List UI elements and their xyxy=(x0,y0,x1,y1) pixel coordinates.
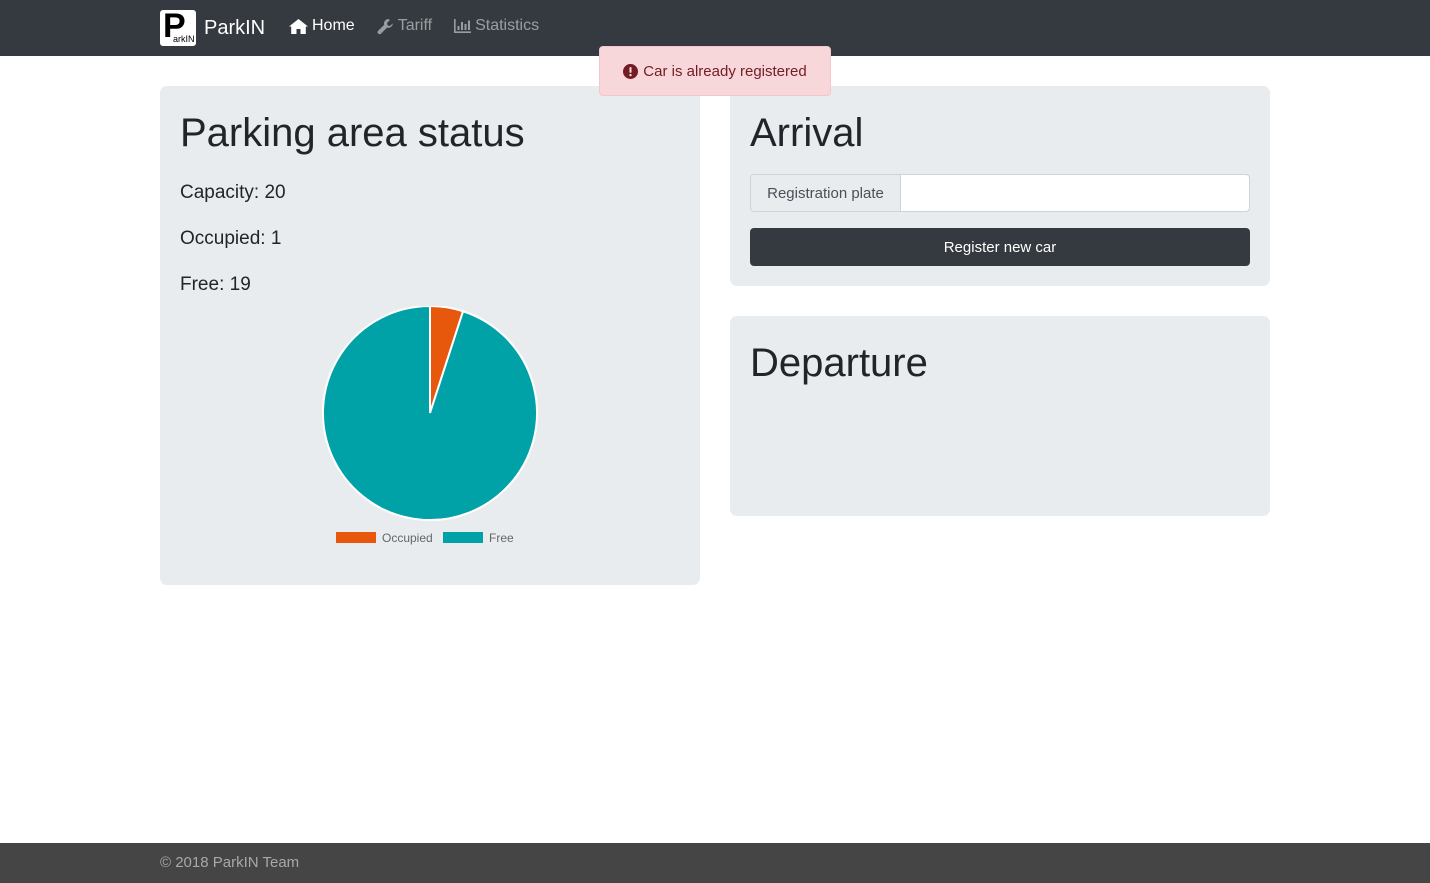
alert-message: Car is already registered xyxy=(643,62,807,80)
logo-small-text: arkIN xyxy=(172,34,196,44)
parkin-logo[interactable]: P arkIN xyxy=(160,10,196,46)
free-stat: Free: 19 xyxy=(180,274,251,296)
occupied-value: 1 xyxy=(270,228,282,249)
wrench-icon xyxy=(377,18,393,34)
footer: © 2018 ParkIN Team xyxy=(0,843,1430,883)
free-value: 19 xyxy=(229,274,251,295)
parking-pie-chart: Occupied Free xyxy=(322,306,538,545)
brand[interactable]: P arkIN ParkIN xyxy=(160,10,265,46)
arrival-card: Arrival Registration plate Register new … xyxy=(730,86,1270,286)
arrival-title: Arrival xyxy=(750,111,864,155)
nav-item-label: Tariff xyxy=(397,17,433,34)
nav-menu: Home Tariff Statistics xyxy=(289,17,561,35)
error-alert: Car is already registered xyxy=(599,46,831,96)
registration-plate-label: Registration plate xyxy=(750,174,900,212)
home-icon xyxy=(289,18,308,34)
legend-label-free[interactable]: Free xyxy=(489,531,514,545)
legend-label-occupied[interactable]: Occupied xyxy=(382,531,433,545)
registration-plate-group: Registration plate xyxy=(750,174,1250,212)
legend-swatch-occupied[interactable] xyxy=(336,532,376,543)
registration-plate-input[interactable] xyxy=(900,174,1250,212)
parking-status-card: Parking area status Capacity: 20 Occupie… xyxy=(160,86,700,585)
pie-slice-free[interactable] xyxy=(322,306,538,521)
nav-item-home[interactable]: Home xyxy=(289,17,355,35)
capacity-stat: Capacity: 20 xyxy=(180,182,286,204)
occupied-stat: Occupied: 1 xyxy=(180,228,281,250)
parking-status-title: Parking area status xyxy=(180,111,525,155)
exclamation-circle-icon xyxy=(623,63,639,79)
nav-item-statistics[interactable]: Statistics xyxy=(454,17,539,35)
footer-text: © 2018 ParkIN Team xyxy=(160,854,300,871)
nav-item-tariff[interactable]: Tariff xyxy=(377,17,432,35)
capacity-label: Capacity: xyxy=(180,182,265,203)
departure-card: Departure xyxy=(730,316,1270,516)
brand-name[interactable]: ParkIN xyxy=(204,17,265,40)
register-new-car-button[interactable]: Register new car xyxy=(750,228,1250,266)
departure-title: Departure xyxy=(750,341,928,385)
nav-item-label: Home xyxy=(312,17,355,34)
occupied-label: Occupied: xyxy=(180,228,271,249)
bar-chart-icon xyxy=(454,19,472,33)
legend-swatch-free[interactable] xyxy=(443,532,483,543)
capacity-value: 20 xyxy=(264,182,286,203)
nav-item-label: Statistics xyxy=(475,17,540,34)
free-label: Free: xyxy=(180,274,230,295)
